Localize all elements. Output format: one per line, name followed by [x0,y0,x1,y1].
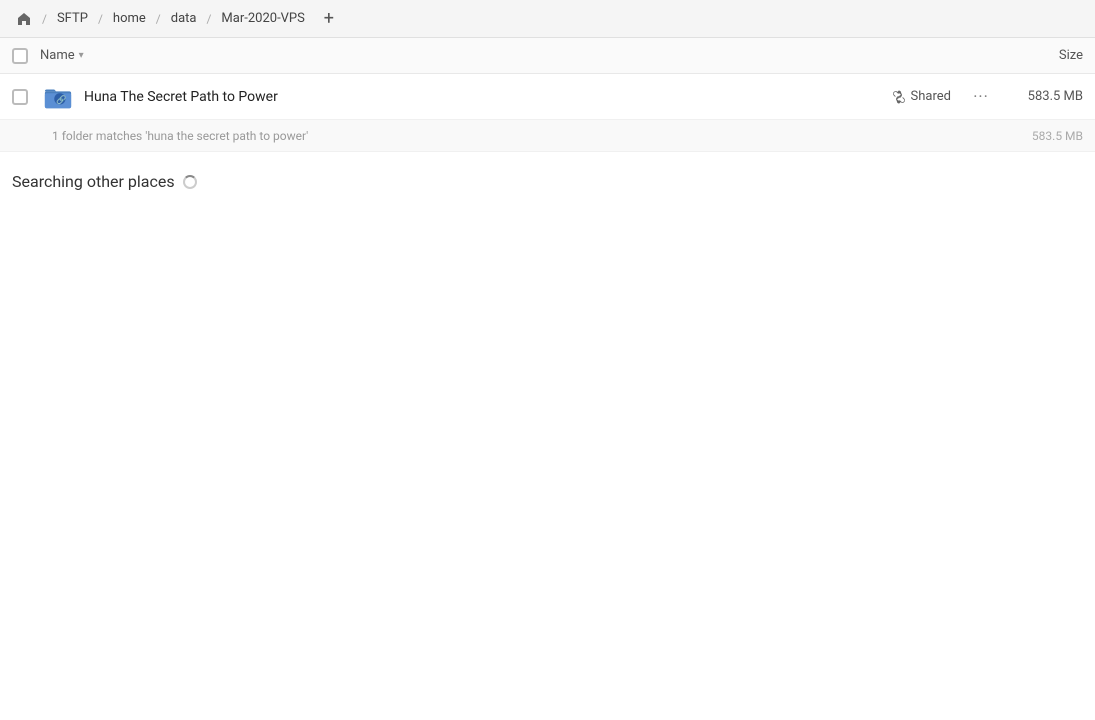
home-icon [16,11,32,27]
column-header-row: Name ▾ Size [0,38,1095,74]
breadcrumb-bar: / SFTP / home / data / Mar-2020-VPS + [0,0,1095,38]
breadcrumb-home[interactable]: home [105,5,154,33]
breadcrumb-mar-2020-vps[interactable]: Mar-2020-VPS [213,5,312,33]
home-button[interactable] [8,3,40,35]
separator-4: / [206,12,211,26]
size-column-header: Size [983,48,1083,63]
searching-title: Searching other places [12,172,175,191]
separator-3: / [156,12,161,26]
link-icon [892,90,906,104]
search-total-size: 583.5 MB [1003,129,1083,143]
more-options-button[interactable]: ··· [967,83,995,111]
breadcrumb-data[interactable]: data [163,5,205,33]
add-tab-button[interactable]: + [315,5,343,33]
row-checkbox[interactable] [12,89,28,105]
sort-arrow-icon: ▾ [79,50,84,61]
searching-other-places-section: Searching other places [0,152,1095,199]
loading-spinner [183,175,197,189]
svg-text:🔗: 🔗 [56,94,67,105]
separator-2: / [98,12,103,26]
breadcrumb-sftp[interactable]: SFTP [49,5,96,33]
file-list-item[interactable]: 🔗 Huna The Secret Path to Power Shared ·… [0,74,1095,120]
separator-1: / [42,12,47,26]
file-name-label: Huna The Secret Path to Power [84,89,892,105]
shared-badge: Shared [892,89,951,104]
search-match-info: 1 folder matches 'huna the secret path t… [52,129,1003,143]
select-all-checkbox-container[interactable] [12,48,40,64]
search-info-row: 1 folder matches 'huna the secret path t… [0,120,1095,152]
file-size-label: 583.5 MB [1003,89,1083,104]
select-all-checkbox[interactable] [12,48,28,64]
row-checkbox-container[interactable] [12,89,40,105]
name-column-header[interactable]: Name ▾ [40,48,983,63]
folder-icon: 🔗 [40,79,76,115]
